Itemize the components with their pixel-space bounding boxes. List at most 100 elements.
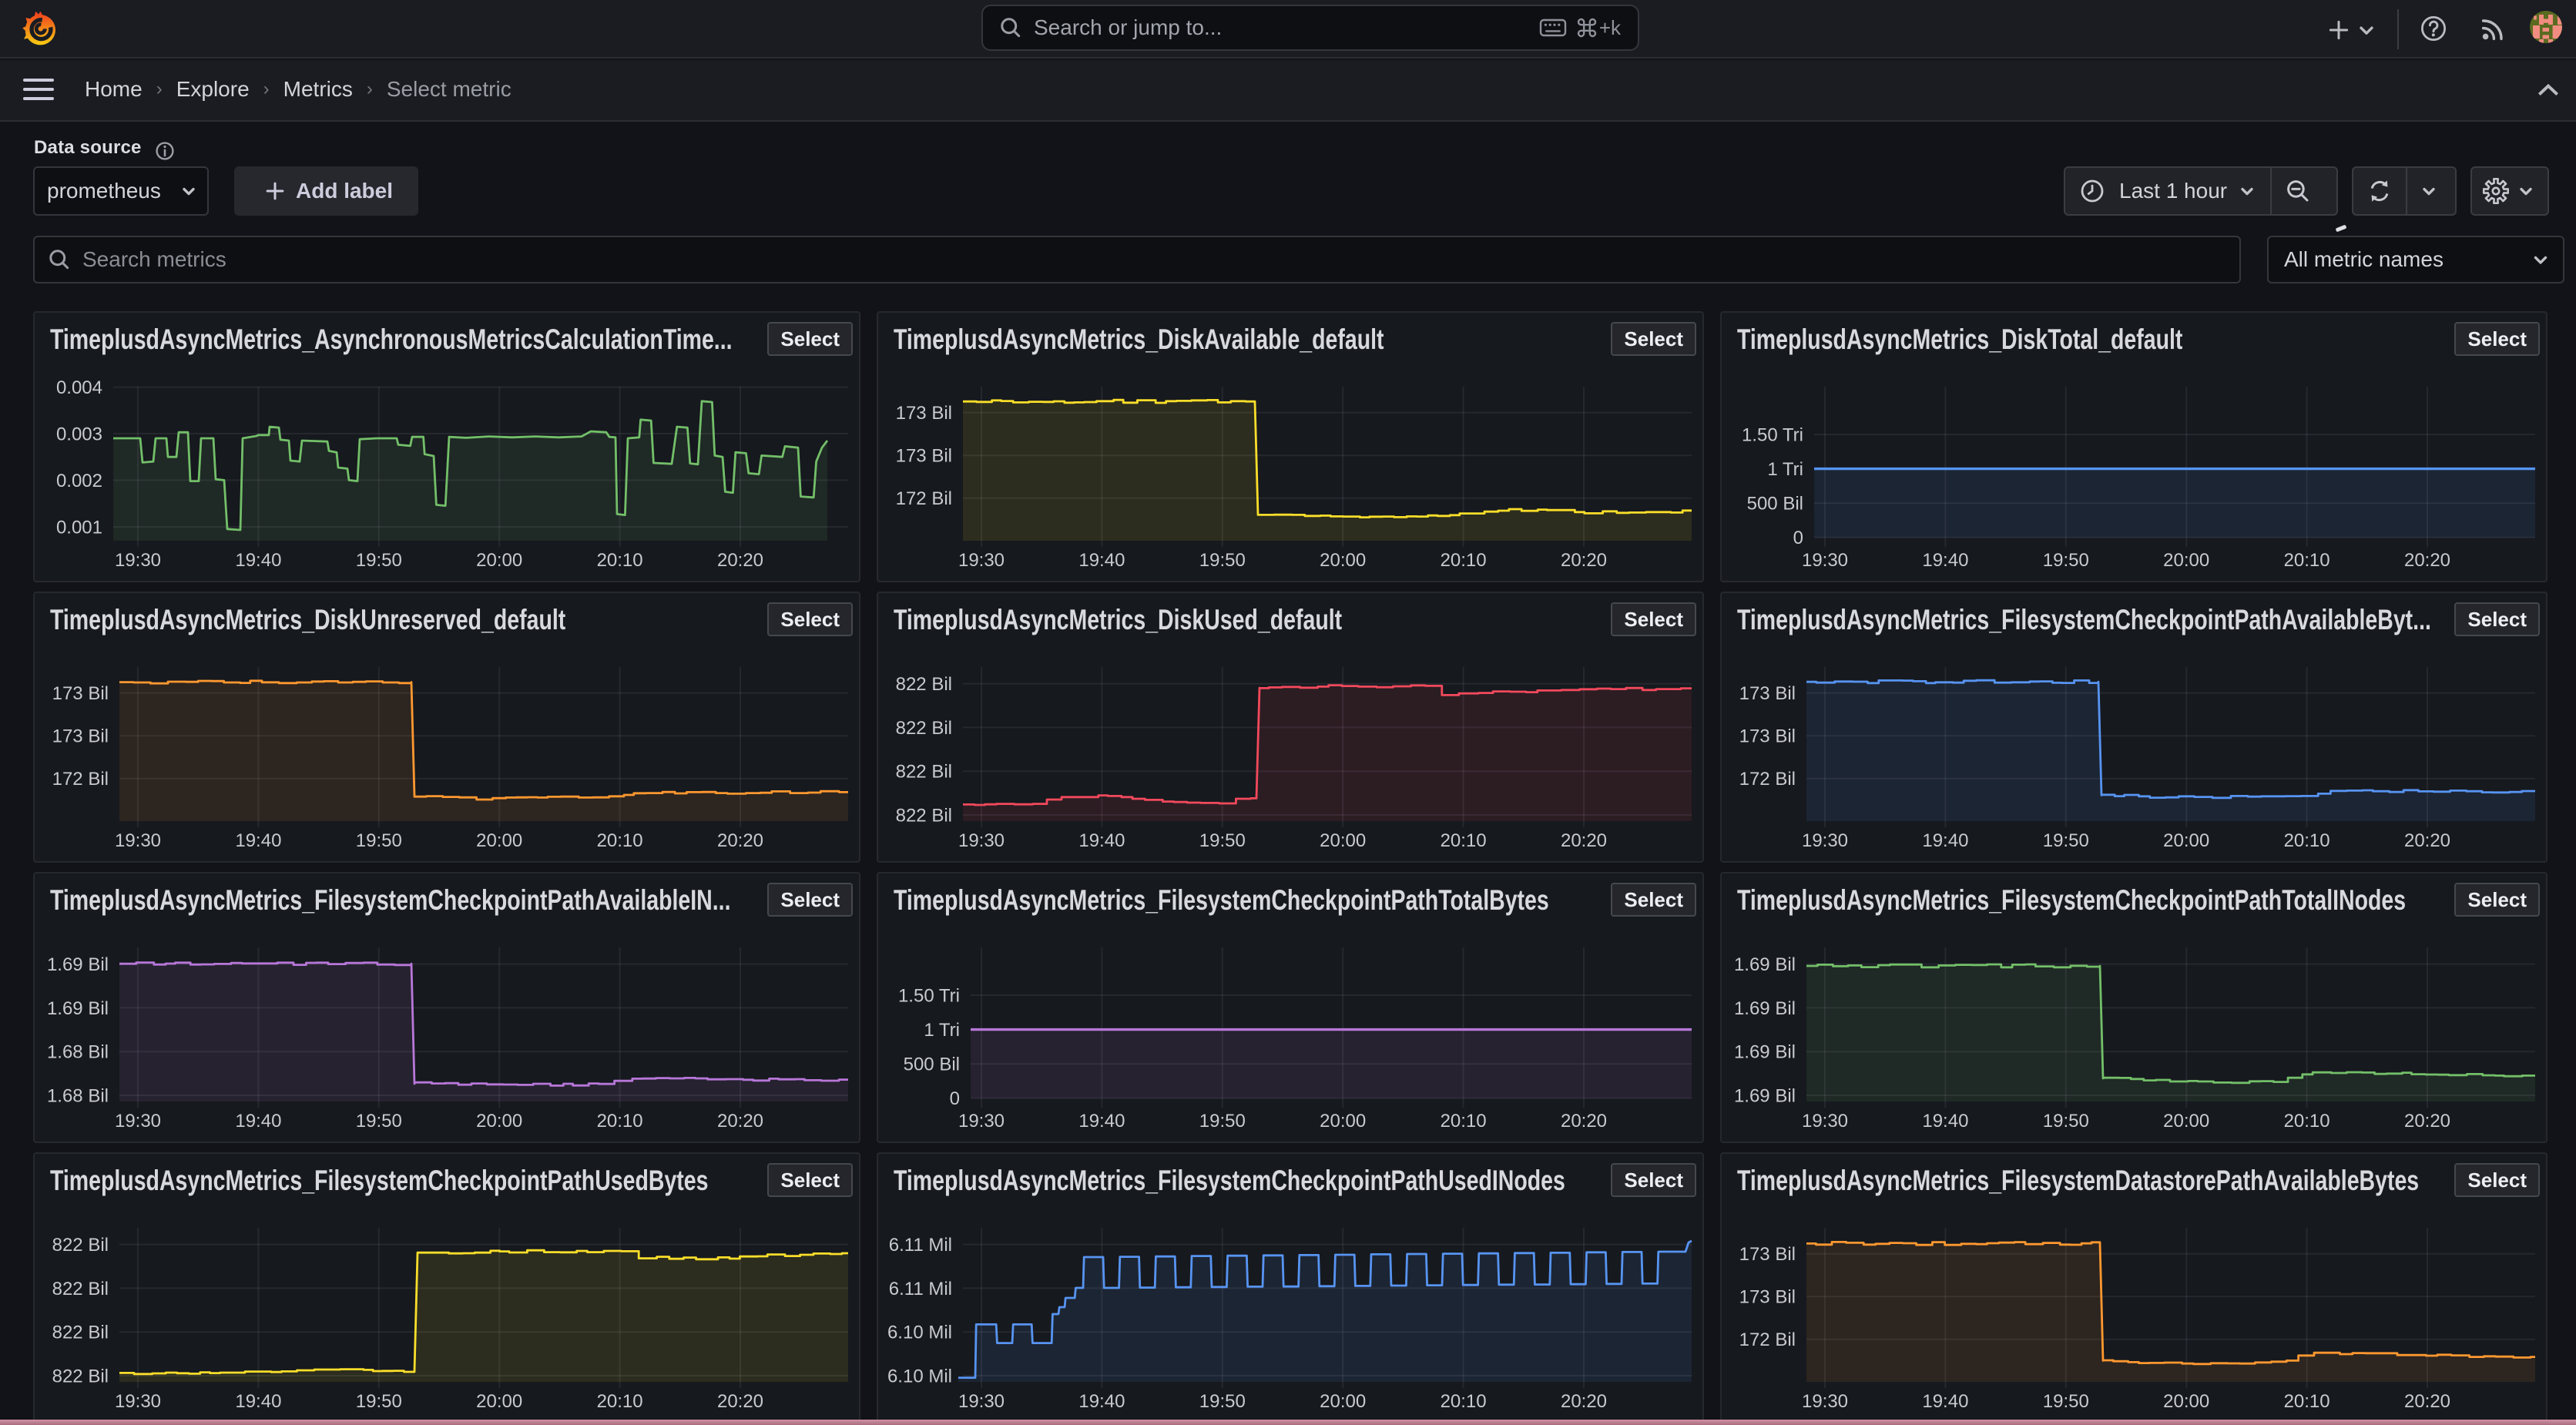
- svg-text:19:30: 19:30: [115, 1111, 161, 1132]
- svg-text:0.002: 0.002: [56, 471, 102, 491]
- svg-text:173 Bil: 173 Bil: [896, 403, 952, 424]
- svg-text:19:30: 19:30: [958, 1111, 1005, 1132]
- svg-text:19:50: 19:50: [1199, 830, 1246, 851]
- svg-text:20:00: 20:00: [2163, 550, 2209, 571]
- svg-text:19:40: 19:40: [235, 830, 281, 851]
- svg-text:173 Bil: 173 Bil: [1739, 1244, 1796, 1265]
- svg-text:20:20: 20:20: [2404, 1111, 2450, 1132]
- svg-text:19:40: 19:40: [235, 1391, 281, 1412]
- svg-text:20:20: 20:20: [1561, 1391, 1607, 1412]
- svg-text:173 Bil: 173 Bil: [896, 446, 952, 467]
- svg-text:19:30: 19:30: [1802, 1391, 1848, 1412]
- svg-text:19:50: 19:50: [2043, 1391, 2089, 1412]
- svg-text:1.69 Bil: 1.69 Bil: [1734, 998, 1796, 1019]
- svg-text:1 Tri: 1 Tri: [924, 1020, 960, 1041]
- svg-text:0: 0: [950, 1088, 960, 1109]
- svg-text:19:30: 19:30: [1802, 1111, 1848, 1132]
- svg-text:173 Bil: 173 Bil: [52, 726, 109, 747]
- svg-text:20:10: 20:10: [2284, 550, 2330, 571]
- svg-text:19:50: 19:50: [356, 1111, 402, 1132]
- svg-text:19:40: 19:40: [1078, 1391, 1125, 1412]
- svg-text:500 Bil: 500 Bil: [1747, 494, 1803, 515]
- svg-text:19:30: 19:30: [115, 1391, 161, 1412]
- svg-text:20:00: 20:00: [2163, 1111, 2209, 1132]
- svg-text:173 Bil: 173 Bil: [52, 683, 109, 704]
- svg-text:20:20: 20:20: [717, 550, 763, 571]
- svg-text:20:00: 20:00: [476, 830, 522, 851]
- svg-text:20:00: 20:00: [1320, 1391, 1366, 1412]
- svg-text:173 Bil: 173 Bil: [1739, 683, 1796, 704]
- svg-text:19:30: 19:30: [1802, 830, 1848, 851]
- svg-text:19:50: 19:50: [2043, 1111, 2089, 1132]
- svg-text:20:20: 20:20: [2404, 1391, 2450, 1412]
- svg-text:19:30: 19:30: [958, 830, 1005, 851]
- svg-text:0.003: 0.003: [56, 424, 102, 444]
- svg-text:20:00: 20:00: [1320, 550, 1366, 571]
- svg-text:20:10: 20:10: [1441, 1391, 1487, 1412]
- svg-text:19:40: 19:40: [1922, 830, 1968, 851]
- svg-text:20:10: 20:10: [597, 1391, 643, 1412]
- svg-text:19:40: 19:40: [235, 1111, 281, 1132]
- svg-text:20:10: 20:10: [1441, 550, 1487, 571]
- svg-text:172 Bil: 172 Bil: [52, 769, 109, 790]
- svg-text:822 Bil: 822 Bil: [896, 718, 952, 739]
- svg-text:172 Bil: 172 Bil: [1739, 769, 1796, 790]
- svg-text:20:10: 20:10: [1441, 830, 1487, 851]
- svg-text:20:20: 20:20: [1561, 830, 1607, 851]
- svg-text:19:30: 19:30: [115, 550, 161, 571]
- svg-text:822 Bil: 822 Bil: [896, 762, 952, 783]
- svg-text:1.69 Bil: 1.69 Bil: [47, 954, 109, 975]
- svg-text:19:50: 19:50: [1199, 1111, 1246, 1132]
- svg-text:19:30: 19:30: [115, 830, 161, 851]
- svg-text:172 Bil: 172 Bil: [1739, 1329, 1796, 1350]
- svg-text:1.69 Bil: 1.69 Bil: [1734, 954, 1796, 975]
- svg-text:0.001: 0.001: [56, 517, 102, 538]
- svg-text:20:20: 20:20: [1561, 1111, 1607, 1132]
- svg-text:20:10: 20:10: [2284, 830, 2330, 851]
- svg-text:19:30: 19:30: [1802, 550, 1848, 571]
- svg-text:20:20: 20:20: [717, 830, 763, 851]
- svg-text:822 Bil: 822 Bil: [896, 674, 952, 695]
- svg-text:19:40: 19:40: [1922, 1111, 1968, 1132]
- svg-text:822 Bil: 822 Bil: [52, 1366, 109, 1386]
- svg-text:19:50: 19:50: [2043, 550, 2089, 571]
- svg-text:19:40: 19:40: [235, 550, 281, 571]
- svg-text:20:00: 20:00: [476, 1111, 522, 1132]
- svg-text:1.69 Bil: 1.69 Bil: [1734, 1042, 1796, 1063]
- svg-text:1.50 Tri: 1.50 Tri: [1742, 424, 1803, 445]
- svg-text:6.11 Mil: 6.11 Mil: [889, 1235, 952, 1256]
- svg-text:19:40: 19:40: [1078, 1111, 1125, 1132]
- svg-text:6.11 Mil: 6.11 Mil: [889, 1279, 952, 1299]
- svg-text:822 Bil: 822 Bil: [52, 1235, 109, 1256]
- svg-text:20:00: 20:00: [2163, 830, 2209, 851]
- svg-text:20:00: 20:00: [476, 550, 522, 571]
- svg-text:19:50: 19:50: [356, 830, 402, 851]
- svg-text:173 Bil: 173 Bil: [1739, 1287, 1796, 1308]
- svg-text:822 Bil: 822 Bil: [52, 1323, 109, 1343]
- svg-text:20:20: 20:20: [717, 1111, 763, 1132]
- svg-text:19:40: 19:40: [1078, 830, 1125, 851]
- svg-text:1.69 Bil: 1.69 Bil: [1734, 1085, 1796, 1106]
- svg-text:500 Bil: 500 Bil: [904, 1054, 960, 1075]
- svg-text:1 Tri: 1 Tri: [1767, 459, 1803, 480]
- svg-text:20:20: 20:20: [717, 1391, 763, 1412]
- svg-text:20:10: 20:10: [597, 550, 643, 571]
- svg-text:19:40: 19:40: [1922, 1391, 1968, 1412]
- svg-text:19:30: 19:30: [958, 550, 1005, 571]
- svg-text:173 Bil: 173 Bil: [1739, 726, 1796, 747]
- svg-text:20:00: 20:00: [476, 1391, 522, 1412]
- svg-text:20:10: 20:10: [2284, 1111, 2330, 1132]
- svg-text:20:00: 20:00: [2163, 1391, 2209, 1412]
- svg-text:20:20: 20:20: [2404, 830, 2450, 851]
- svg-text:19:50: 19:50: [356, 1391, 402, 1412]
- svg-text:20:00: 20:00: [1320, 1111, 1366, 1132]
- svg-text:172 Bil: 172 Bil: [896, 488, 952, 509]
- svg-text:20:20: 20:20: [1561, 550, 1607, 571]
- svg-text:1.69 Bil: 1.69 Bil: [47, 998, 109, 1019]
- svg-text:20:00: 20:00: [1320, 830, 1366, 851]
- svg-text:6.10 Mil: 6.10 Mil: [887, 1366, 952, 1386]
- svg-text:1.68 Bil: 1.68 Bil: [47, 1085, 109, 1106]
- svg-text:19:50: 19:50: [2043, 830, 2089, 851]
- svg-text:0.004: 0.004: [56, 377, 102, 398]
- svg-text:19:50: 19:50: [356, 550, 402, 571]
